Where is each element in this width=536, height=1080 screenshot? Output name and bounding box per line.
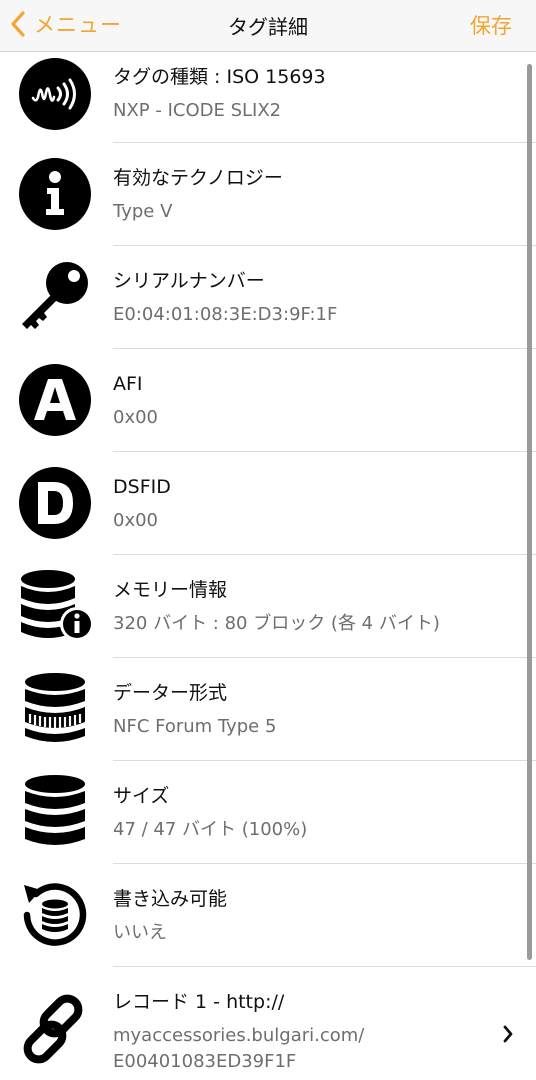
row-title: レコード 1 - http://: [113, 991, 285, 1013]
row-value: 320 バイト : 80 ブロック (各 4 バイト): [113, 613, 440, 634]
save-button[interactable]: 保存: [470, 10, 512, 40]
row-value: E0:04:01:08:3E:D3:9F:1F: [113, 304, 338, 325]
database-info-icon: [16, 567, 94, 645]
row-title: 書き込み可能: [113, 888, 228, 910]
list-item-data-format: データー形式 NFC Forum Type 5: [0, 658, 536, 761]
letter-d-icon: [16, 464, 94, 542]
list-item-size: サイズ 47 / 47 バイト (100%): [0, 761, 536, 864]
info-icon: [16, 155, 94, 233]
nfc-signal-icon: [16, 55, 94, 133]
list-item-afi: AFI 0x00: [0, 349, 536, 452]
tag-detail-list: タグの種類 : ISO 15693 NXP - ICODE SLIX2 有効なテ…: [0, 52, 536, 1080]
row-title: データー形式: [113, 682, 228, 704]
row-value: 0x00: [113, 510, 159, 531]
database-icon: [16, 773, 94, 851]
chevron-left-icon: [11, 11, 25, 37]
row-value: myaccessories.bulgari.com/ E00401083ED39…: [113, 1023, 496, 1075]
row-title: メモリー情報: [113, 579, 228, 601]
list-item-tag-type: タグの種類 : ISO 15693 NXP - ICODE SLIX2: [0, 52, 536, 143]
list-item-dsfid: DSFID 0x00: [0, 452, 536, 555]
navigation-bar: メニュー タグ詳細 保存: [0, 0, 536, 52]
list-item-technology: 有効なテクノロジー Type V: [0, 143, 536, 246]
database-format-icon: [16, 670, 94, 748]
row-value: 47 / 47 バイト (100%): [113, 819, 308, 840]
scrollbar-thumb[interactable]: [527, 64, 532, 960]
row-title: サイズ: [113, 785, 170, 807]
chevron-right-icon: [503, 1025, 513, 1043]
row-title: AFI: [113, 373, 143, 395]
row-value: 0x00: [113, 407, 159, 428]
scrollbar[interactable]: [527, 64, 532, 960]
row-value: NFC Forum Type 5: [113, 716, 277, 737]
record-url-line-2: E00401083ED39F1F: [113, 1051, 297, 1072]
row-title: DSFID: [113, 476, 171, 498]
row-value: NXP - ICODE SLIX2: [113, 100, 282, 121]
row-value: いいえ: [113, 922, 167, 943]
record-url-line-1: myaccessories.bulgari.com/: [113, 1025, 365, 1046]
database-rewrite-icon: [16, 876, 94, 954]
list-item-serial-number: シリアルナンバー E0:04:01:08:3E:D3:9F:1F: [0, 246, 536, 349]
row-title: シリアルナンバー: [113, 270, 265, 292]
key-icon: [16, 258, 94, 336]
row-title: タグの種類 : ISO 15693: [113, 66, 326, 88]
link-icon: [16, 990, 94, 1068]
letter-a-icon: [16, 361, 94, 439]
row-title: 有効なテクノロジー: [113, 167, 283, 189]
list-item-record-1[interactable]: レコード 1 - http:// myaccessories.bulgari.c…: [0, 967, 536, 1080]
row-value: Type V: [113, 201, 173, 222]
tag-detail-screen: メニュー タグ詳細 保存 タグの種類 : ISO 15693 NXP - ICO…: [0, 0, 536, 1080]
list-item-memory-info: メモリー情報 320 バイト : 80 ブロック (各 4 バイト): [0, 555, 536, 658]
list-item-writable: 書き込み可能 いいえ: [0, 864, 536, 967]
back-button-label: メニュー: [34, 13, 122, 37]
back-button[interactable]: メニュー: [10, 8, 122, 40]
